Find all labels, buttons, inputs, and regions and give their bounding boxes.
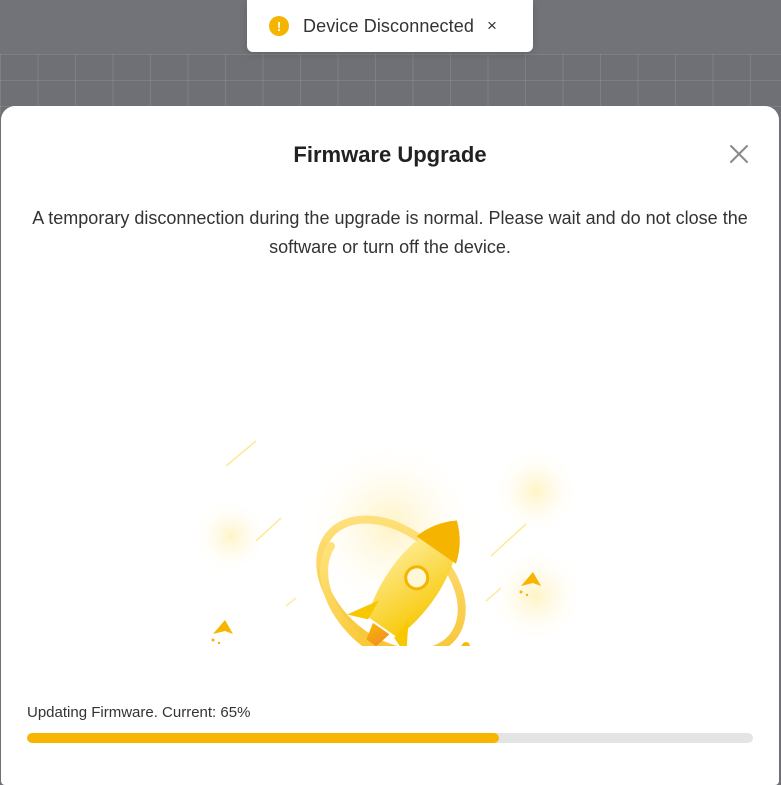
warning-icon: ! [269, 16, 289, 36]
progress-label: Updating Firmware. Current: 65% [27, 704, 251, 721]
dialog-description: A temporary disconnection during the upg… [32, 208, 748, 257]
progress-fill [27, 733, 499, 743]
background-grid [0, 54, 781, 114]
toast-close-icon[interactable]: × [487, 16, 497, 36]
toast-message: Device Disconnected [303, 15, 474, 36]
toast-notification: ! Device Disconnected × [247, 0, 533, 52]
firmware-upgrade-dialog: Firmware Upgrade A temporary disconnecti… [1, 106, 779, 785]
dialog-title: Firmware Upgrade [293, 142, 487, 167]
progress-track [27, 733, 753, 743]
rocket-upgrade-illustration [191, 396, 591, 727]
close-icon[interactable] [727, 142, 751, 166]
